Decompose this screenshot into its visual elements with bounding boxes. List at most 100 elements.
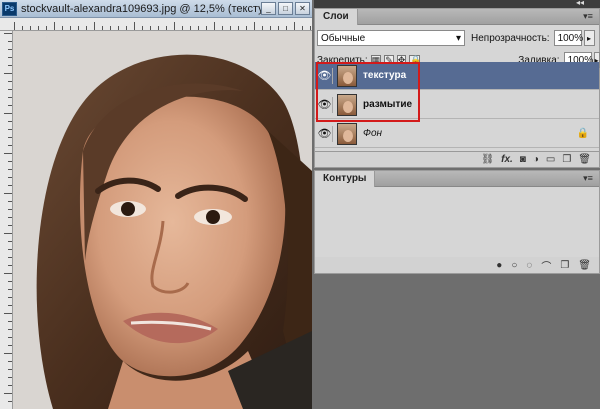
ruler-tick: [8, 297, 12, 298]
ruler-tick: [8, 249, 12, 250]
ruler-tick: [8, 185, 12, 186]
blend-mode-select[interactable]: Обычные ▾: [317, 30, 465, 46]
adjustment-icon[interactable]: ◑: [533, 154, 539, 165]
ruler-tick: [4, 233, 12, 234]
panel-dock-strip: ◂◂: [314, 0, 600, 8]
stroke-path-icon[interactable]: ○: [511, 260, 517, 271]
layer-thumbnail: [337, 93, 357, 116]
opacity-label: Непрозрачность:: [471, 32, 550, 44]
layers-panel: Слои ▾≡ Обычные ▾ Непрозрачность: 100% ▸…: [314, 8, 600, 168]
ruler-tick: [302, 26, 303, 30]
ruler-tick: [8, 329, 12, 330]
ruler-tick: [294, 22, 295, 30]
ruler-tick: [4, 353, 12, 354]
ruler-tick: [8, 201, 12, 202]
work-path-icon[interactable]: ⌒: [541, 258, 551, 273]
ruler-tick: [8, 281, 12, 282]
ruler-tick: [4, 113, 12, 114]
image-canvas[interactable]: [13, 31, 312, 409]
panel-menu-icon[interactable]: ▾≡: [581, 173, 595, 185]
ruler-tick: [8, 305, 12, 306]
ruler-tick: [8, 265, 12, 266]
layer-thumbnail: [337, 122, 357, 145]
ruler-tick: [8, 257, 12, 258]
ruler-tick: [230, 26, 231, 30]
photoshop-icon: Ps: [2, 1, 17, 16]
ruler-tick: [8, 377, 12, 378]
chevron-down-icon: ▾: [455, 32, 461, 44]
ruler-tick: [8, 217, 12, 218]
minimize-button[interactable]: _: [261, 2, 276, 15]
ruler-tick: [8, 129, 12, 130]
tab-layers[interactable]: Слои: [315, 8, 358, 25]
ruler-tick: [166, 26, 167, 30]
close-button[interactable]: ✕: [295, 2, 310, 15]
ruler-tick: [174, 22, 175, 30]
ruler-tick: [8, 65, 12, 66]
visibility-eye-icon[interactable]: 👁: [317, 96, 333, 113]
ruler-tick: [54, 22, 55, 30]
ruler-tick: [310, 26, 311, 30]
horizontal-ruler: [0, 18, 312, 31]
visibility-eye-icon[interactable]: 👁: [317, 125, 333, 142]
ruler-tick: [8, 289, 12, 290]
ruler-tick: [286, 26, 287, 30]
ruler-tick: [278, 26, 279, 30]
trash-icon[interactable]: 🗑: [578, 154, 591, 165]
ruler-tick: [134, 22, 135, 30]
ruler-tick: [8, 401, 12, 402]
ruler-tick: [8, 385, 12, 386]
ruler-tick: [4, 33, 12, 34]
ruler-tick: [110, 26, 111, 30]
paths-tab-bar: Контуры ▾≡: [315, 170, 599, 187]
paths-panel: Контуры ▾≡ ● ○ ◌ ⌒ ❐ 🗑: [314, 170, 600, 274]
ruler-tick: [198, 26, 199, 30]
ruler-tick: [142, 26, 143, 30]
layer-row-texture[interactable]: 👁 текстура: [315, 62, 599, 90]
restore-button[interactable]: □: [278, 2, 293, 15]
group-icon[interactable]: ▭: [546, 154, 555, 165]
mask-icon[interactable]: ◙: [520, 154, 526, 165]
ruler-tick: [8, 137, 12, 138]
layer-name: Фон: [363, 128, 383, 139]
ruler-tick: [8, 369, 12, 370]
document-titlebar: Ps stockvault-alexandra109693.jpg @ 12,5…: [0, 0, 312, 18]
paths-footer: ● ○ ◌ ⌒ ❐ 🗑: [315, 257, 599, 273]
ruler-tick: [22, 26, 23, 30]
layer-row-blur[interactable]: 👁 размытие: [315, 91, 599, 119]
ruler-tick: [78, 26, 79, 30]
ruler-tick: [8, 81, 12, 82]
ruler-tick: [8, 337, 12, 338]
new-layer-icon[interactable]: ❐: [562, 154, 571, 165]
blend-mode-value: Обычные: [321, 32, 366, 44]
visibility-eye-icon[interactable]: 👁: [317, 67, 333, 84]
trash-icon[interactable]: 🗑: [578, 260, 591, 271]
ruler-tick: [182, 26, 183, 30]
tab-paths[interactable]: Контуры: [315, 170, 376, 187]
ruler-tick: [38, 26, 39, 30]
opacity-arrow-button[interactable]: ▸: [583, 30, 595, 46]
opacity-input[interactable]: 100%: [553, 30, 583, 46]
ruler-tick: [222, 26, 223, 30]
panel-menu-icon[interactable]: ▾≡: [581, 11, 595, 23]
ruler-tick: [8, 97, 12, 98]
ruler-tick: [206, 26, 207, 30]
selection-icon[interactable]: ◌: [526, 260, 532, 271]
ruler-tick: [94, 22, 95, 30]
ruler-tick: [190, 26, 191, 30]
ruler-tick: [8, 89, 12, 90]
blend-row: Обычные ▾ Непрозрачность: 100% ▸: [317, 29, 599, 47]
fill-path-icon[interactable]: ●: [496, 260, 502, 271]
ruler-tick: [8, 169, 12, 170]
ruler-tick: [126, 26, 127, 30]
ruler-tick: [270, 26, 271, 30]
link-icon[interactable]: ⛓: [481, 154, 494, 165]
layer-row-background[interactable]: 👁 Фон 🔒: [315, 120, 599, 148]
ruler-tick: [4, 153, 12, 154]
new-path-icon[interactable]: ❐: [560, 260, 569, 271]
ruler-tick: [158, 26, 159, 30]
fx-icon[interactable]: fx.: [501, 154, 513, 165]
collapse-icon[interactable]: ◂◂: [576, 0, 584, 7]
ruler-tick: [246, 26, 247, 30]
ruler-tick: [102, 26, 103, 30]
